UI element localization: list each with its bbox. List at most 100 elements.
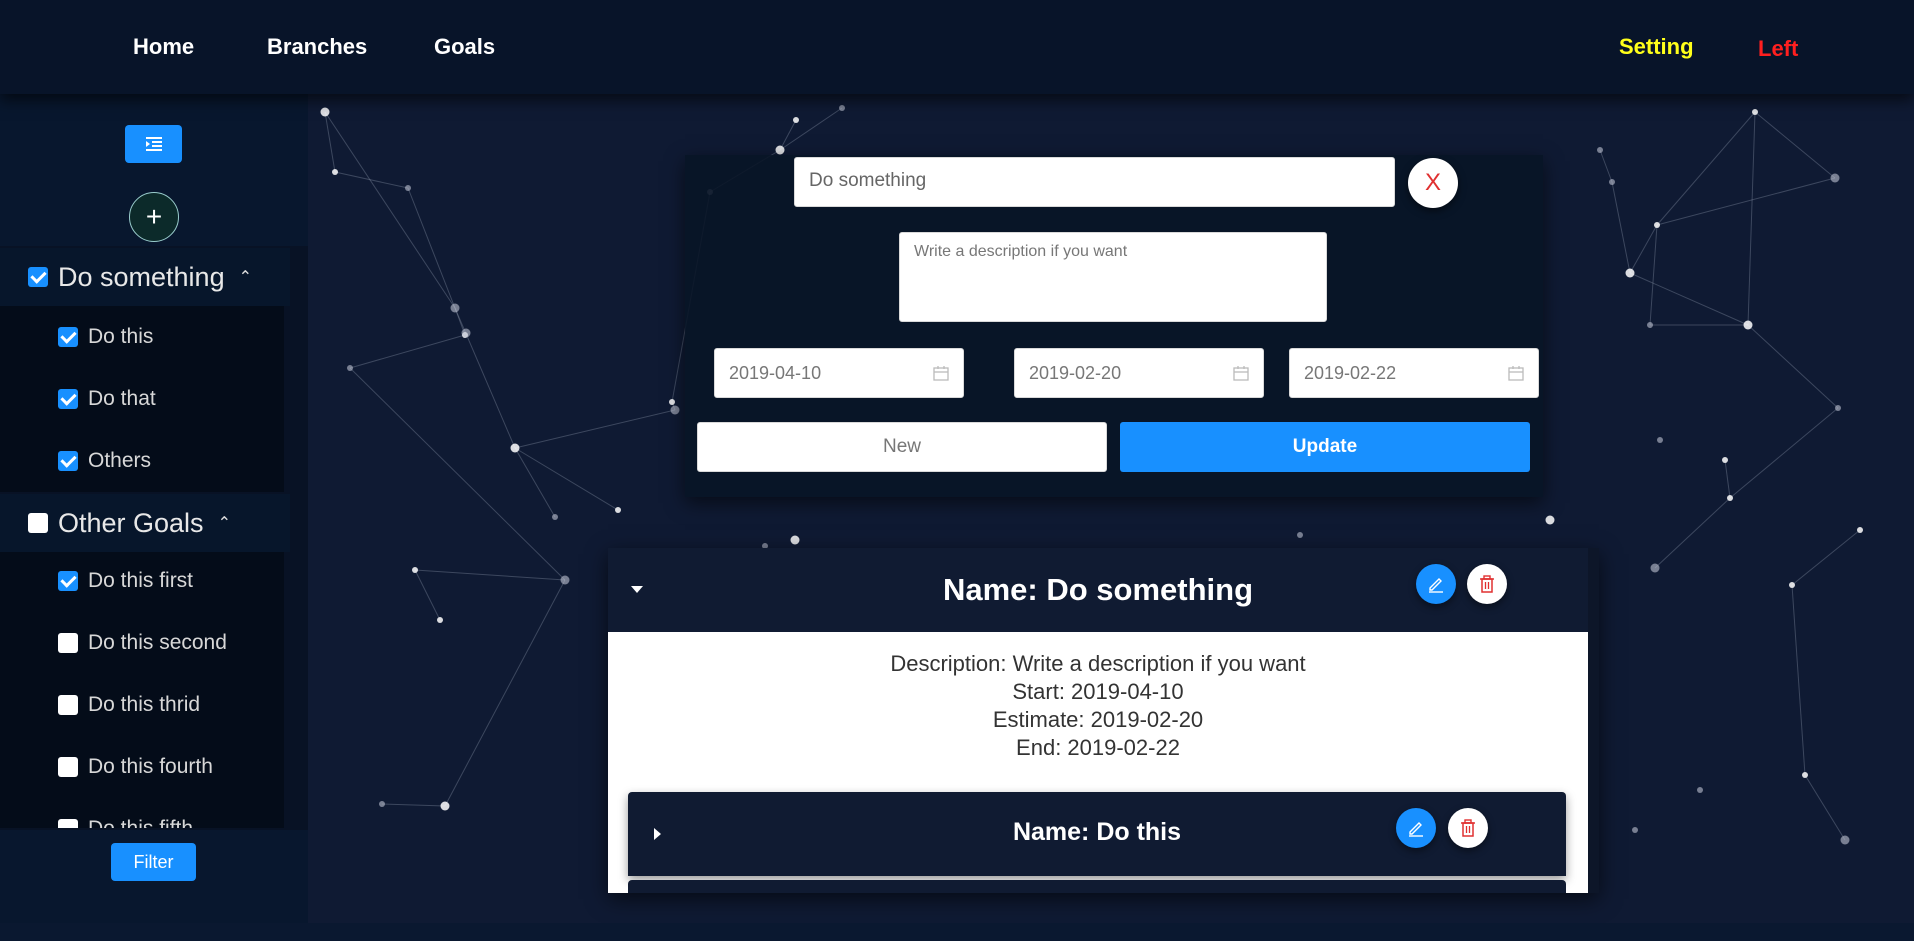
item-checkbox[interactable]: [58, 327, 78, 347]
update-button[interactable]: Update: [1120, 422, 1530, 472]
nav-left-link[interactable]: Left: [1758, 36, 1798, 62]
goal-detail-card: Name: Do something Description: Write a …: [608, 548, 1599, 893]
tree-item[interactable]: Do this thrid: [58, 690, 200, 720]
constellation-star: [1654, 222, 1660, 228]
child-goal-card: Name: Do this: [628, 792, 1566, 876]
collapse-menu-button[interactable]: [125, 125, 182, 163]
group-checkbox[interactable]: [28, 513, 48, 533]
item-checkbox[interactable]: [58, 389, 78, 409]
constellation-star: [437, 617, 443, 623]
constellation-star: [1657, 437, 1663, 443]
constellation-star: [450, 303, 460, 313]
detail-body: Description: Write a description if you …: [608, 632, 1588, 893]
item-checkbox[interactable]: [58, 695, 78, 715]
chevron-up-icon[interactable]: ⌃: [218, 513, 231, 533]
constellation-star: [1722, 457, 1728, 463]
constellation-star: [669, 399, 675, 405]
nav-branches-link[interactable]: Branches: [267, 34, 367, 60]
detail-start: Start: 2019-04-10: [1012, 679, 1184, 704]
top-nav: Home Branches Goals Setting Left: [0, 0, 1914, 94]
constellation-star: [1789, 582, 1795, 588]
constellation-line: [1747, 324, 1839, 409]
filter-button[interactable]: Filter: [111, 843, 196, 881]
constellation-line: [1656, 177, 1836, 226]
chevron-up-icon[interactable]: ⌃: [239, 267, 252, 287]
constellation-line: [1729, 407, 1839, 499]
item-checkbox[interactable]: [58, 571, 78, 591]
constellation-star: [1857, 527, 1863, 533]
constellation-line: [779, 107, 843, 151]
start-date-picker[interactable]: 2019-04-10: [714, 348, 964, 398]
tree-item[interactable]: Do this fourth: [58, 752, 213, 782]
item-checkbox[interactable]: [58, 633, 78, 653]
group-checkbox[interactable]: [28, 267, 48, 287]
constellation-star: [1647, 322, 1653, 328]
constellation-star: [1632, 827, 1638, 833]
tree-group-other-goals[interactable]: Other Goals ⌃: [0, 494, 290, 552]
item-checkbox[interactable]: [58, 451, 78, 471]
add-goal-button[interactable]: +: [129, 192, 179, 242]
child-goal-card: [628, 880, 1566, 893]
tree-item[interactable]: Do that: [58, 384, 156, 414]
constellation-star: [790, 535, 800, 545]
tree-item[interactable]: Do this fifth: [58, 814, 193, 828]
constellation-star: [560, 575, 570, 585]
constellation-line: [324, 111, 456, 309]
constellation-star: [461, 328, 471, 338]
delete-goal-button[interactable]: [1467, 564, 1507, 604]
item-label: Others: [88, 449, 152, 472]
goal-name-input[interactable]: Do something: [794, 157, 1395, 207]
estimate-date-value: 2019-02-20: [1029, 363, 1122, 383]
calendar-icon: [1233, 366, 1249, 381]
constellation-line: [1804, 774, 1846, 841]
constellation-star: [793, 117, 799, 123]
constellation-line: [779, 119, 797, 151]
constellation-star: [320, 107, 330, 117]
item-label: Do that: [88, 387, 156, 410]
tree-group-items: Do this Do that Others: [0, 306, 284, 492]
nav-home-link[interactable]: Home: [133, 34, 194, 60]
close-form-button[interactable]: X: [1408, 158, 1458, 208]
nav-setting-link[interactable]: Setting: [1619, 34, 1694, 60]
tree-item[interactable]: Do this first: [58, 566, 193, 596]
constellation-line: [381, 803, 446, 807]
constellation-star: [1752, 109, 1758, 115]
new-button[interactable]: New: [697, 422, 1107, 472]
constellation-star: [405, 185, 411, 191]
edit-child-button[interactable]: [1396, 808, 1436, 848]
constellation-star: [1609, 179, 1615, 185]
item-checkbox[interactable]: [58, 757, 78, 777]
constellation-star: [1802, 772, 1808, 778]
tree-item[interactable]: Do this: [58, 322, 153, 352]
tree-group-items: Do this first Do this second Do this thr…: [0, 552, 284, 828]
goal-tree: Do something ⌃ Do this Do that Others Ot…: [0, 248, 290, 828]
description-textarea[interactable]: Write a description if you want: [899, 232, 1327, 322]
end-date-picker[interactable]: 2019-02-22: [1289, 348, 1539, 398]
delete-child-button[interactable]: [1448, 808, 1488, 848]
constellation-star: [1650, 563, 1660, 573]
nav-goals-link[interactable]: Goals: [434, 34, 495, 60]
detail-header: Name: Do something: [608, 548, 1588, 632]
close-icon: X: [1424, 169, 1441, 196]
constellation-star: [379, 801, 385, 807]
constellation-star: [1625, 268, 1635, 278]
constellation-line: [349, 367, 566, 581]
constellation-line: [414, 569, 566, 581]
start-date-value: 2019-04-10: [729, 363, 822, 383]
constellation-star: [347, 365, 353, 371]
goal-form: Do something X Write a description if yo…: [685, 155, 1543, 497]
tree-group-do-something[interactable]: Do something ⌃: [0, 248, 290, 306]
constellation-star: [1597, 147, 1603, 153]
tree-item[interactable]: Do this second: [58, 628, 227, 658]
detail-end: End: 2019-02-22: [1016, 735, 1180, 760]
tree-item[interactable]: Others: [58, 446, 151, 476]
constellation-line: [444, 579, 566, 807]
constellation-line: [1791, 529, 1861, 586]
constellation-line: [349, 334, 466, 369]
item-checkbox[interactable]: [58, 819, 78, 828]
estimate-date-picker[interactable]: 2019-02-20: [1014, 348, 1264, 398]
constellation-star: [552, 514, 558, 520]
constellation-star: [1743, 320, 1753, 330]
constellation-line: [334, 171, 409, 189]
edit-goal-button[interactable]: [1416, 564, 1456, 604]
